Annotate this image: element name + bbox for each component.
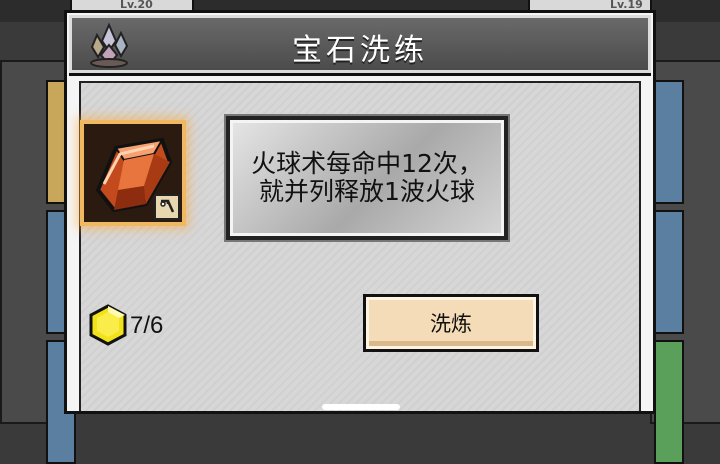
background-slot [654, 80, 684, 204]
background-slot [654, 340, 684, 464]
gem-description-text: 火球术每命中12次，就并列释放1波火球 [251, 149, 483, 206]
refine-button[interactable]: 洗炼 [363, 294, 539, 352]
sword-badge-icon [154, 194, 180, 220]
dialog-title: 宝石洗练 [292, 33, 428, 68]
gem-slot[interactable] [80, 120, 186, 226]
background-slot [654, 210, 684, 334]
home-indicator [322, 404, 400, 410]
refine-cost-text: 7/6 [130, 312, 164, 339]
yellow-hexagon-gem-icon [89, 304, 127, 346]
dialog-header: 宝石洗练 [69, 15, 651, 76]
gem-description-box: 火球术每命中12次，就并列释放1波火球 [226, 116, 508, 240]
